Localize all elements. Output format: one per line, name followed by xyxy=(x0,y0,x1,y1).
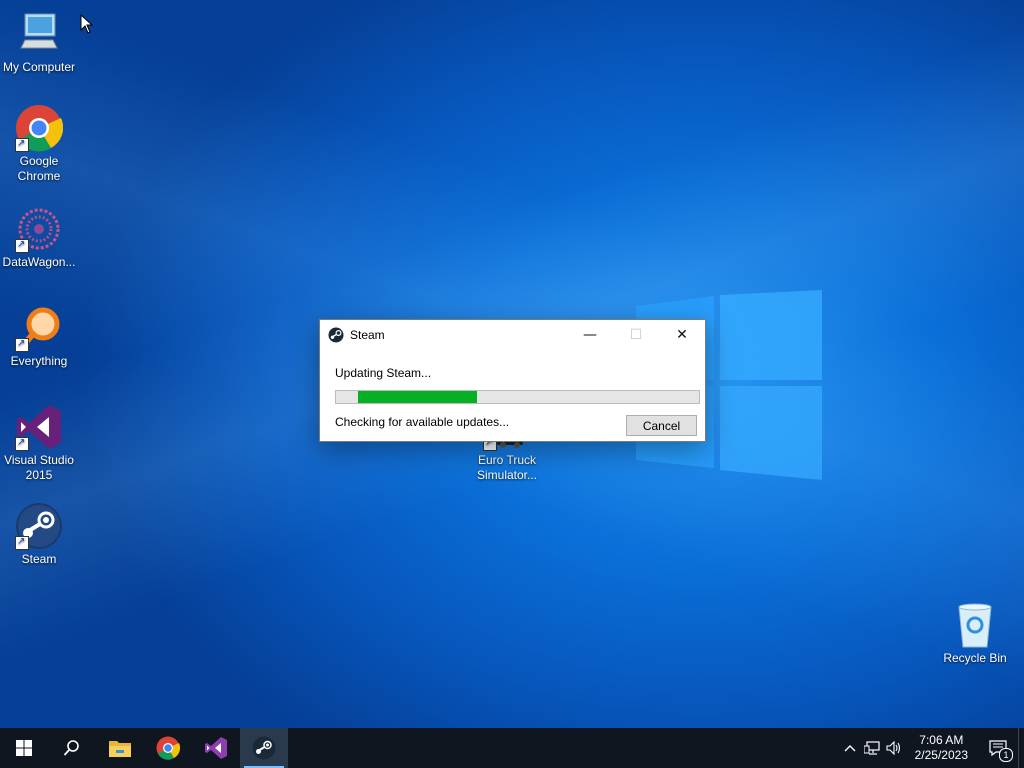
start-icon xyxy=(16,740,32,756)
notification-count-badge: 1 xyxy=(999,748,1013,762)
desktop-icon-my-computer[interactable]: My Computer xyxy=(1,10,77,75)
search-icon xyxy=(63,740,79,756)
computer-icon xyxy=(15,10,63,58)
system-tray: 7:06 AM 2/25/2023 1 xyxy=(839,728,1024,768)
update-progress-bar xyxy=(335,390,700,404)
taskbar-visual-studio[interactable] xyxy=(192,728,240,768)
shortcut-arrow-icon xyxy=(15,136,29,152)
close-button[interactable]: ✕ xyxy=(659,320,705,350)
mouse-cursor-icon xyxy=(80,14,94,34)
clock[interactable]: 7:06 AM 2/25/2023 xyxy=(905,733,978,763)
shortcut-arrow-icon xyxy=(15,435,29,451)
taskbar-chrome[interactable] xyxy=(144,728,192,768)
maximize-button: ☐ xyxy=(629,327,643,343)
desktop-icon-label: My Computer xyxy=(2,60,76,74)
show-desktop-button[interactable] xyxy=(1018,728,1024,768)
clock-time: 7:06 AM xyxy=(919,733,964,747)
desktop-icon-steam[interactable]: Steam xyxy=(1,502,77,567)
everything-search-icon xyxy=(15,304,63,352)
desktop-icon-google-chrome[interactable]: Google Chrome xyxy=(1,104,77,184)
network-icon xyxy=(863,741,880,755)
search-button[interactable] xyxy=(48,728,96,768)
show-hidden-icons-button[interactable] xyxy=(839,728,861,768)
shortcut-arrow-icon xyxy=(15,336,29,352)
update-detail-text: Checking for available updates... xyxy=(335,415,510,429)
cancel-button[interactable]: Cancel xyxy=(626,415,697,436)
clock-date: 2/25/2023 xyxy=(914,748,968,762)
dialog-title-bar[interactable]: Steam — ☐ ✕ xyxy=(320,320,705,350)
volume-button[interactable] xyxy=(883,728,905,768)
desktop-icon-label: Steam xyxy=(21,552,57,566)
desktop-icon-visual-studio[interactable]: Visual Studio 2015 xyxy=(1,403,77,483)
speaker-icon xyxy=(886,741,900,755)
taskbar-steam[interactable] xyxy=(240,728,288,768)
chevron-up-icon xyxy=(844,745,856,752)
taskbar-file-explorer[interactable] xyxy=(96,728,144,768)
datawagon-icon xyxy=(15,205,63,253)
steam-icon xyxy=(15,502,63,550)
desktop-icon-everything[interactable]: Everything xyxy=(1,304,77,369)
steam-icon xyxy=(328,327,344,343)
steam-icon xyxy=(252,736,276,760)
desktop-icon-label: Recycle Bin xyxy=(943,651,1007,665)
desktop-icon-label: Google Chrome xyxy=(17,154,61,183)
network-button[interactable] xyxy=(861,728,883,768)
desktop-icon-label: Everything xyxy=(10,354,68,368)
desktop-icon-label: DataWagon... xyxy=(2,255,76,269)
desktop-icon-datawagon[interactable]: DataWagon... xyxy=(1,205,77,270)
chrome-icon xyxy=(15,104,64,152)
steam-update-dialog: Steam — ☐ ✕ Updating Steam... Checking f… xyxy=(319,319,706,442)
desktop-icon-label: Visual Studio 2015 xyxy=(4,453,74,482)
progress-fill xyxy=(358,391,477,403)
minimize-button[interactable]: — xyxy=(567,320,613,350)
desktop-icon-recycle-bin[interactable]: Recycle Bin xyxy=(937,601,1013,666)
file-explorer-icon xyxy=(109,741,131,757)
visual-studio-icon xyxy=(15,403,63,451)
desktop-icon-label: Euro Truck Simulator... xyxy=(476,453,538,482)
taskbar: 7:06 AM 2/25/2023 1 xyxy=(0,728,1024,768)
shortcut-arrow-icon xyxy=(15,237,29,253)
start-button[interactable] xyxy=(0,728,48,768)
shortcut-arrow-icon xyxy=(15,534,29,550)
recycle-bin-icon xyxy=(951,601,999,649)
visual-studio-icon xyxy=(205,737,227,759)
dialog-title: Steam xyxy=(350,328,385,342)
action-center-button[interactable]: 1 xyxy=(978,728,1018,768)
update-status-text: Updating Steam... xyxy=(335,366,432,380)
chrome-icon xyxy=(156,736,180,760)
